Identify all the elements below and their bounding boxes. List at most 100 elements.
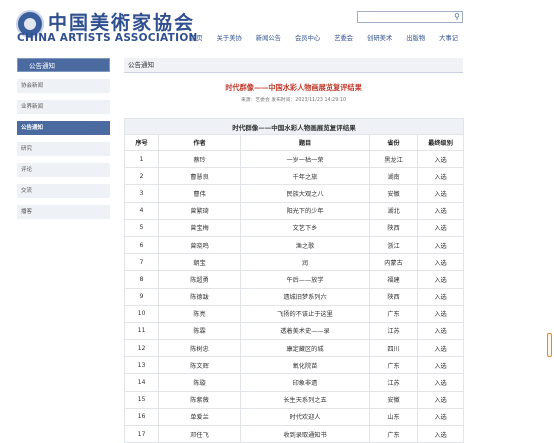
cell-level: 入选 — [416, 270, 465, 289]
cell-title: 民族大观之八 — [240, 184, 370, 203]
cell-level: 入选 — [416, 184, 465, 203]
cell-level: 入选 — [416, 235, 465, 255]
nav-research[interactable]: 创研美术 — [367, 33, 392, 42]
sidebar-item-research[interactable]: 研究 — [17, 142, 110, 156]
cell-level: 入选 — [416, 390, 465, 409]
table-row: 12 陈树忠 康定藏区的城 四川 入选 — [124, 339, 465, 358]
cell-province: 陕西 — [369, 218, 418, 237]
cell-number: 8 — [124, 270, 159, 289]
cell-province: 山东 — [369, 407, 418, 427]
col-header-level: 最终级别 — [416, 134, 465, 151]
article-meta: 来源：艺委会 发布时间：2023/11/23 14:29:10 — [240, 98, 346, 103]
cell-author: 邓任飞 — [158, 424, 241, 443]
search-icon[interactable]: ⚲ — [454, 12, 460, 22]
logo-english-text[interactable]: CHINA ARTISTS ASSOCIATION — [17, 32, 198, 44]
cell-number: 16 — [124, 407, 159, 427]
cell-author: 陈超勇 — [158, 270, 241, 289]
cell-level: 入选 — [416, 373, 465, 392]
logo-chinese-text[interactable]: 中国美術家協会 — [48, 8, 195, 35]
cell-level: 入选 — [416, 201, 465, 220]
sidebar-item-association-news[interactable]: 协会新闻 — [17, 79, 110, 93]
table-row: 15 陈紫薇 长生天系列之五 安徽 入选 — [124, 390, 465, 409]
cell-province: 陕西 — [369, 287, 418, 306]
table-row: 1 蔡玲 一岁一枯一荣 黑龙江 入选 — [124, 149, 465, 169]
cell-level: 入选 — [416, 287, 465, 306]
section-title: 公告通知 — [124, 58, 463, 73]
table-row: 10 陈亮 飞扬的不该止于这里 广东 入选 — [124, 304, 465, 323]
nav-publications[interactable]: 出版物 — [406, 33, 425, 42]
cell-title: 印象非遗 — [240, 373, 370, 392]
cell-number: 15 — [124, 390, 159, 409]
table-row: 9 陈德跋 遗城旧梦系列六 陕西 入选 — [124, 287, 465, 306]
col-header-number: 序号 — [124, 134, 159, 151]
cell-number: 11 — [124, 321, 159, 341]
table-row: 3 曹伟 民族大观之八 安徽 入选 — [124, 184, 465, 203]
cell-province: 广东 — [369, 356, 418, 375]
cell-province: 黑龙江 — [369, 149, 418, 169]
sidebar-item-reviews[interactable]: 评论 — [17, 163, 110, 177]
sidebar-item-announcements[interactable]: 公告通知 — [17, 121, 110, 135]
search-input[interactable]: ⚲ — [357, 11, 463, 23]
cell-level: 入选 — [416, 149, 465, 169]
cell-author: 陈亮 — [158, 304, 241, 323]
cell-level: 入选 — [416, 407, 465, 427]
nav-art-committee[interactable]: 艺委会 — [334, 33, 353, 42]
cell-title: 康定藏区的城 — [240, 339, 370, 358]
cell-title: 阳光下的少年 — [240, 201, 370, 220]
scroll-handle[interactable] — [547, 333, 552, 357]
cell-author: 陈紫薇 — [158, 390, 241, 409]
sidebar: 公告通知 协会新闻 业界新闻 公告通知 研究 评论 交流 播客 — [17, 58, 110, 219]
cell-author: 陈璇 — [158, 373, 241, 392]
cell-author: 曾宝梅 — [158, 218, 241, 237]
cell-title: 氧化院苗 — [240, 356, 370, 375]
sidebar-item-industry-news[interactable]: 业界新闻 — [17, 100, 110, 114]
cell-province: 湖北 — [369, 201, 418, 220]
cell-author: 朝宝 — [158, 253, 241, 272]
cell-level: 入选 — [416, 321, 465, 341]
cell-number: 13 — [124, 356, 159, 375]
cell-author: 陈树忠 — [158, 339, 241, 358]
cell-level: 入选 — [416, 424, 465, 443]
cell-number: 3 — [124, 184, 159, 203]
sidebar-item-exchange[interactable]: 交流 — [17, 184, 110, 198]
cell-number: 12 — [124, 339, 159, 358]
nav-events[interactable]: 大事记 — [439, 33, 458, 42]
nav-about[interactable]: 关于美协 — [217, 33, 242, 42]
cell-province: 江苏 — [369, 321, 418, 341]
site-header: 中国美術家協会 CHINA ARTISTS ASSOCIATION ⚲ 首页 关… — [0, 0, 554, 52]
nav-news[interactable]: 新闻公告 — [256, 33, 281, 42]
cell-title: 时代欢迎人 — [240, 407, 370, 427]
main-content: 公告通知 时代群像——中国水彩人物画展览复评结果 来源：艺委会 发布时间：202… — [123, 58, 465, 443]
cell-level: 入选 — [416, 339, 465, 358]
cell-author: 曹慧良 — [158, 167, 241, 186]
cell-number: 14 — [124, 373, 159, 392]
cell-title: 遗城旧梦系列六 — [240, 287, 370, 306]
cell-province: 内蒙古 — [369, 253, 418, 272]
cell-province: 安徽 — [369, 184, 418, 203]
table-row: 5 曾宝梅 文艺下乡 陕西 入选 — [124, 218, 465, 237]
table-row: 4 曾繁琦 阳光下的少年 湖北 入选 — [124, 201, 465, 220]
cell-level: 入选 — [416, 218, 465, 237]
cell-province: 湖南 — [369, 167, 418, 186]
table-row: 17 邓任飞 收到录取通知书 广东 入选 — [124, 424, 465, 443]
cell-title: 午后——放学 — [240, 270, 370, 289]
nav-home[interactable]: 首页 — [190, 33, 203, 42]
cell-title: 透着美术史——录 — [240, 321, 370, 341]
sidebar-item-podcast[interactable]: 播客 — [17, 205, 110, 219]
nav-members[interactable]: 会员中心 — [295, 33, 320, 42]
cell-title: 飞扬的不该止于这里 — [240, 304, 370, 323]
cell-author: 曾晓鸣 — [158, 235, 241, 255]
cell-number: 7 — [124, 253, 159, 272]
cell-province: 浙江 — [369, 235, 418, 255]
cell-author: 单爱兰 — [158, 407, 241, 427]
table-row: 6 曾晓鸣 渔之歌 浙江 入选 — [124, 235, 465, 255]
table-row: 8 陈超勇 午后——放学 福建 入选 — [124, 270, 465, 289]
cell-author: 陈德跋 — [158, 287, 241, 306]
table-row: 11 陈霖 透着美术史——录 江苏 入选 — [124, 321, 465, 341]
cell-number: 4 — [124, 201, 159, 220]
cell-number: 9 — [124, 287, 159, 306]
col-header-title: 题目 — [240, 134, 370, 151]
table-caption-row: 时代群像——中国水彩人物画展览复评结果 — [123, 118, 465, 135]
cell-province: 安徽 — [369, 390, 418, 409]
col-header-author: 作者 — [158, 134, 241, 151]
